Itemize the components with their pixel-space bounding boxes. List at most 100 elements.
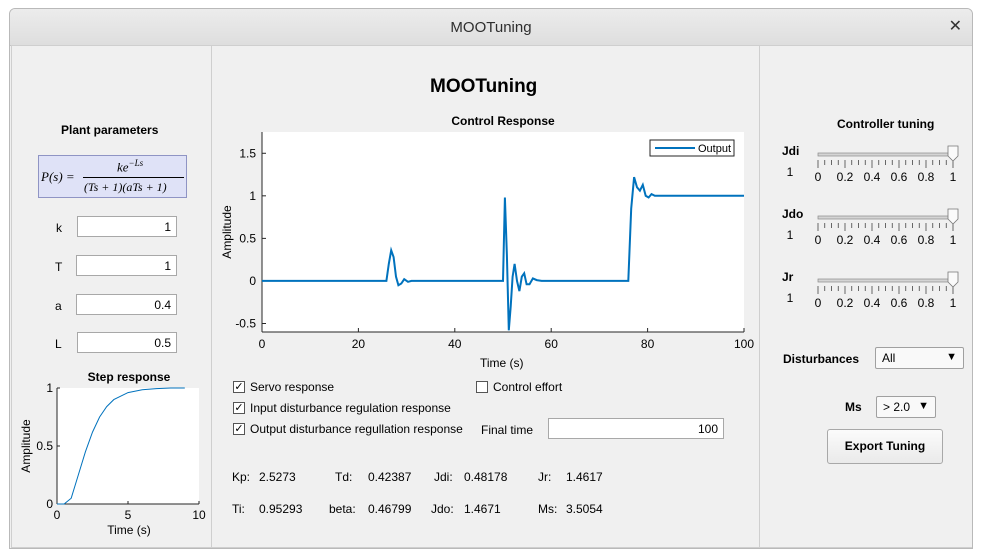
beta-value: 0.46799: [368, 502, 412, 516]
param-t-label: T: [55, 260, 63, 274]
transfer-function-box: P(s) = ke−Ls (Ts + 1)(aTs + 1): [38, 155, 187, 198]
param-t-input[interactable]: 1: [76, 255, 177, 276]
formula-denominator: (Ts + 1)(aTs + 1): [84, 180, 167, 194]
y-tick-label: 1.5: [239, 146, 256, 160]
slider-jdo-label: Jdo: [782, 207, 803, 221]
param-a-input[interactable]: 0.4: [76, 294, 177, 315]
export-tuning-button[interactable]: Export Tuning: [827, 429, 943, 464]
chevron-down-icon: ▼: [946, 351, 957, 363]
slider-jr-value: 1: [787, 291, 794, 305]
step-response-chart: Step response 0 5 10 0 0.5 1 Amplitude Time (…: [19, 370, 206, 537]
input-disturbance-checkbox[interactable]: ✓: [233, 402, 245, 414]
chart-plot-area: [262, 132, 744, 332]
step-plot-area: [57, 388, 199, 504]
td-value: 0.42387: [368, 470, 412, 484]
slider-tick-label: 0.8: [918, 296, 935, 310]
step-xlabel: Time (s): [107, 523, 151, 537]
chevron-down-icon: ▼: [918, 400, 929, 412]
slider-jr-label: Jr: [782, 270, 794, 284]
chart-legend: Output: [649, 139, 735, 157]
ms-dropdown[interactable]: > 2.0 ▼: [876, 396, 936, 418]
ti-value: 0.95293: [259, 502, 303, 516]
x-tick-label: 100: [734, 337, 754, 351]
slider-tick-label: 0.6: [891, 296, 908, 310]
param-l-label: L: [55, 337, 62, 351]
slider-jdi-label: Jdi: [782, 144, 799, 158]
jdo-value: 1.4671: [464, 502, 501, 516]
step-x-tick-label: 5: [125, 508, 132, 522]
step-x-tick-label: 10: [192, 508, 206, 522]
slider-tick-label: 0.2: [837, 296, 854, 310]
slider-tick-label: 1: [950, 170, 957, 184]
ti-label: Ti:: [232, 502, 245, 516]
param-l-input[interactable]: 0.5: [77, 332, 177, 353]
x-tick-label: 20: [352, 337, 366, 351]
close-icon[interactable]: ✕: [949, 16, 962, 36]
chart-ylabel: Amplitude: [220, 205, 234, 259]
final-time-label: Final time: [481, 423, 534, 437]
slider-tick-label: 1: [950, 233, 957, 247]
td-label: Td:: [335, 470, 353, 484]
output-disturbance-label: Output disturbance regullation response: [250, 422, 463, 436]
slider-tick-label: 0: [815, 170, 822, 184]
y-tick-label: 0: [249, 274, 256, 288]
slider-tick-label: 0.8: [918, 170, 935, 184]
slider-jdi-handle[interactable]: [947, 145, 959, 162]
control-effort-checkbox[interactable]: [476, 381, 488, 393]
slider-jdi-value: 1: [787, 165, 794, 179]
input-disturbance-label: Input disturbance regulation response: [250, 401, 451, 415]
control-response-chart: Control Response 0 20 40 60 80 100-0.500.511.…: [220, 114, 754, 351]
final-time-input[interactable]: 100: [548, 418, 724, 439]
title-bar: MOOTuning ✕: [10, 9, 972, 46]
formula-fraction-bar: [83, 177, 184, 178]
slider-jr-handle[interactable]: [947, 271, 959, 288]
kp-label: Kp:: [232, 470, 251, 484]
step-y-tick-label: 1: [46, 381, 53, 395]
ms-result-label: Ms:: [538, 502, 558, 516]
x-tick-label: 60: [545, 337, 559, 351]
slider-jdo-value: 1: [787, 228, 794, 242]
servo-response-checkbox[interactable]: ✓: [233, 381, 245, 393]
disturbances-dropdown[interactable]: All ▼: [875, 347, 964, 369]
window-title: MOOTuning: [450, 19, 532, 36]
slider-tick-label: 0.6: [891, 170, 908, 184]
x-tick-label: 0: [259, 337, 266, 351]
control-effort-label: Control effort: [493, 380, 563, 394]
jdo-label: Jdo:: [431, 502, 454, 516]
slider-tick-label: 0.4: [864, 296, 881, 310]
step-y-tick-label: 0.5: [36, 439, 53, 453]
formula-lhs: P(s) =: [41, 169, 75, 184]
slider-jdo-track[interactable]: [817, 215, 954, 220]
step-x-tick-label: 0: [54, 508, 61, 522]
slider-tick-label: 0.8: [918, 233, 935, 247]
slider-tick-label: 1: [950, 296, 957, 310]
tuning-sliders: Jdi 1 0 0.2 0.4 0.6 0.8 1 Jdo 1 0 0.2 0.4 0.6 0.8 1 Jr 1 0…: [782, 144, 959, 310]
legend-label: Output: [698, 143, 731, 155]
slider-jdi-track[interactable]: [817, 152, 954, 157]
controller-tuning-heading: Controller tuning: [837, 117, 935, 131]
slider-tick-label: 0.6: [891, 233, 908, 247]
slider-tick-label: 0.2: [837, 233, 854, 247]
disturbances-value: All: [882, 351, 896, 365]
step-ylabel: Amplitude: [19, 419, 33, 473]
step-y-tick-label: 0: [46, 497, 53, 511]
chart-title: Control Response: [451, 114, 555, 128]
x-tick-label: 40: [448, 337, 462, 351]
plant-parameters-heading: Plant parameters: [61, 123, 159, 137]
kp-value: 2.5273: [259, 470, 296, 484]
plant-panel: Plant parameters P(s) = ke−Ls (Ts + 1)(a…: [11, 45, 212, 548]
param-k-label: k: [56, 221, 62, 235]
disturbances-label: Disturbances: [783, 352, 860, 366]
jdi-value: 0.48178: [464, 470, 508, 484]
slider-jdo-handle[interactable]: [947, 208, 959, 225]
ms-value: > 2.0: [883, 400, 911, 414]
slider-jr-track[interactable]: [817, 278, 954, 283]
slider-tick-label: 0: [815, 296, 822, 310]
param-k-input[interactable]: 1: [77, 216, 177, 237]
formula-numerator: ke−Ls: [117, 158, 144, 175]
beta-label: beta:: [329, 502, 356, 516]
output-disturbance-checkbox[interactable]: ✓: [233, 423, 245, 435]
jdi-label: Jdi:: [434, 470, 453, 484]
y-tick-label: -0.5: [235, 316, 256, 330]
x-tick-label: 80: [641, 337, 655, 351]
